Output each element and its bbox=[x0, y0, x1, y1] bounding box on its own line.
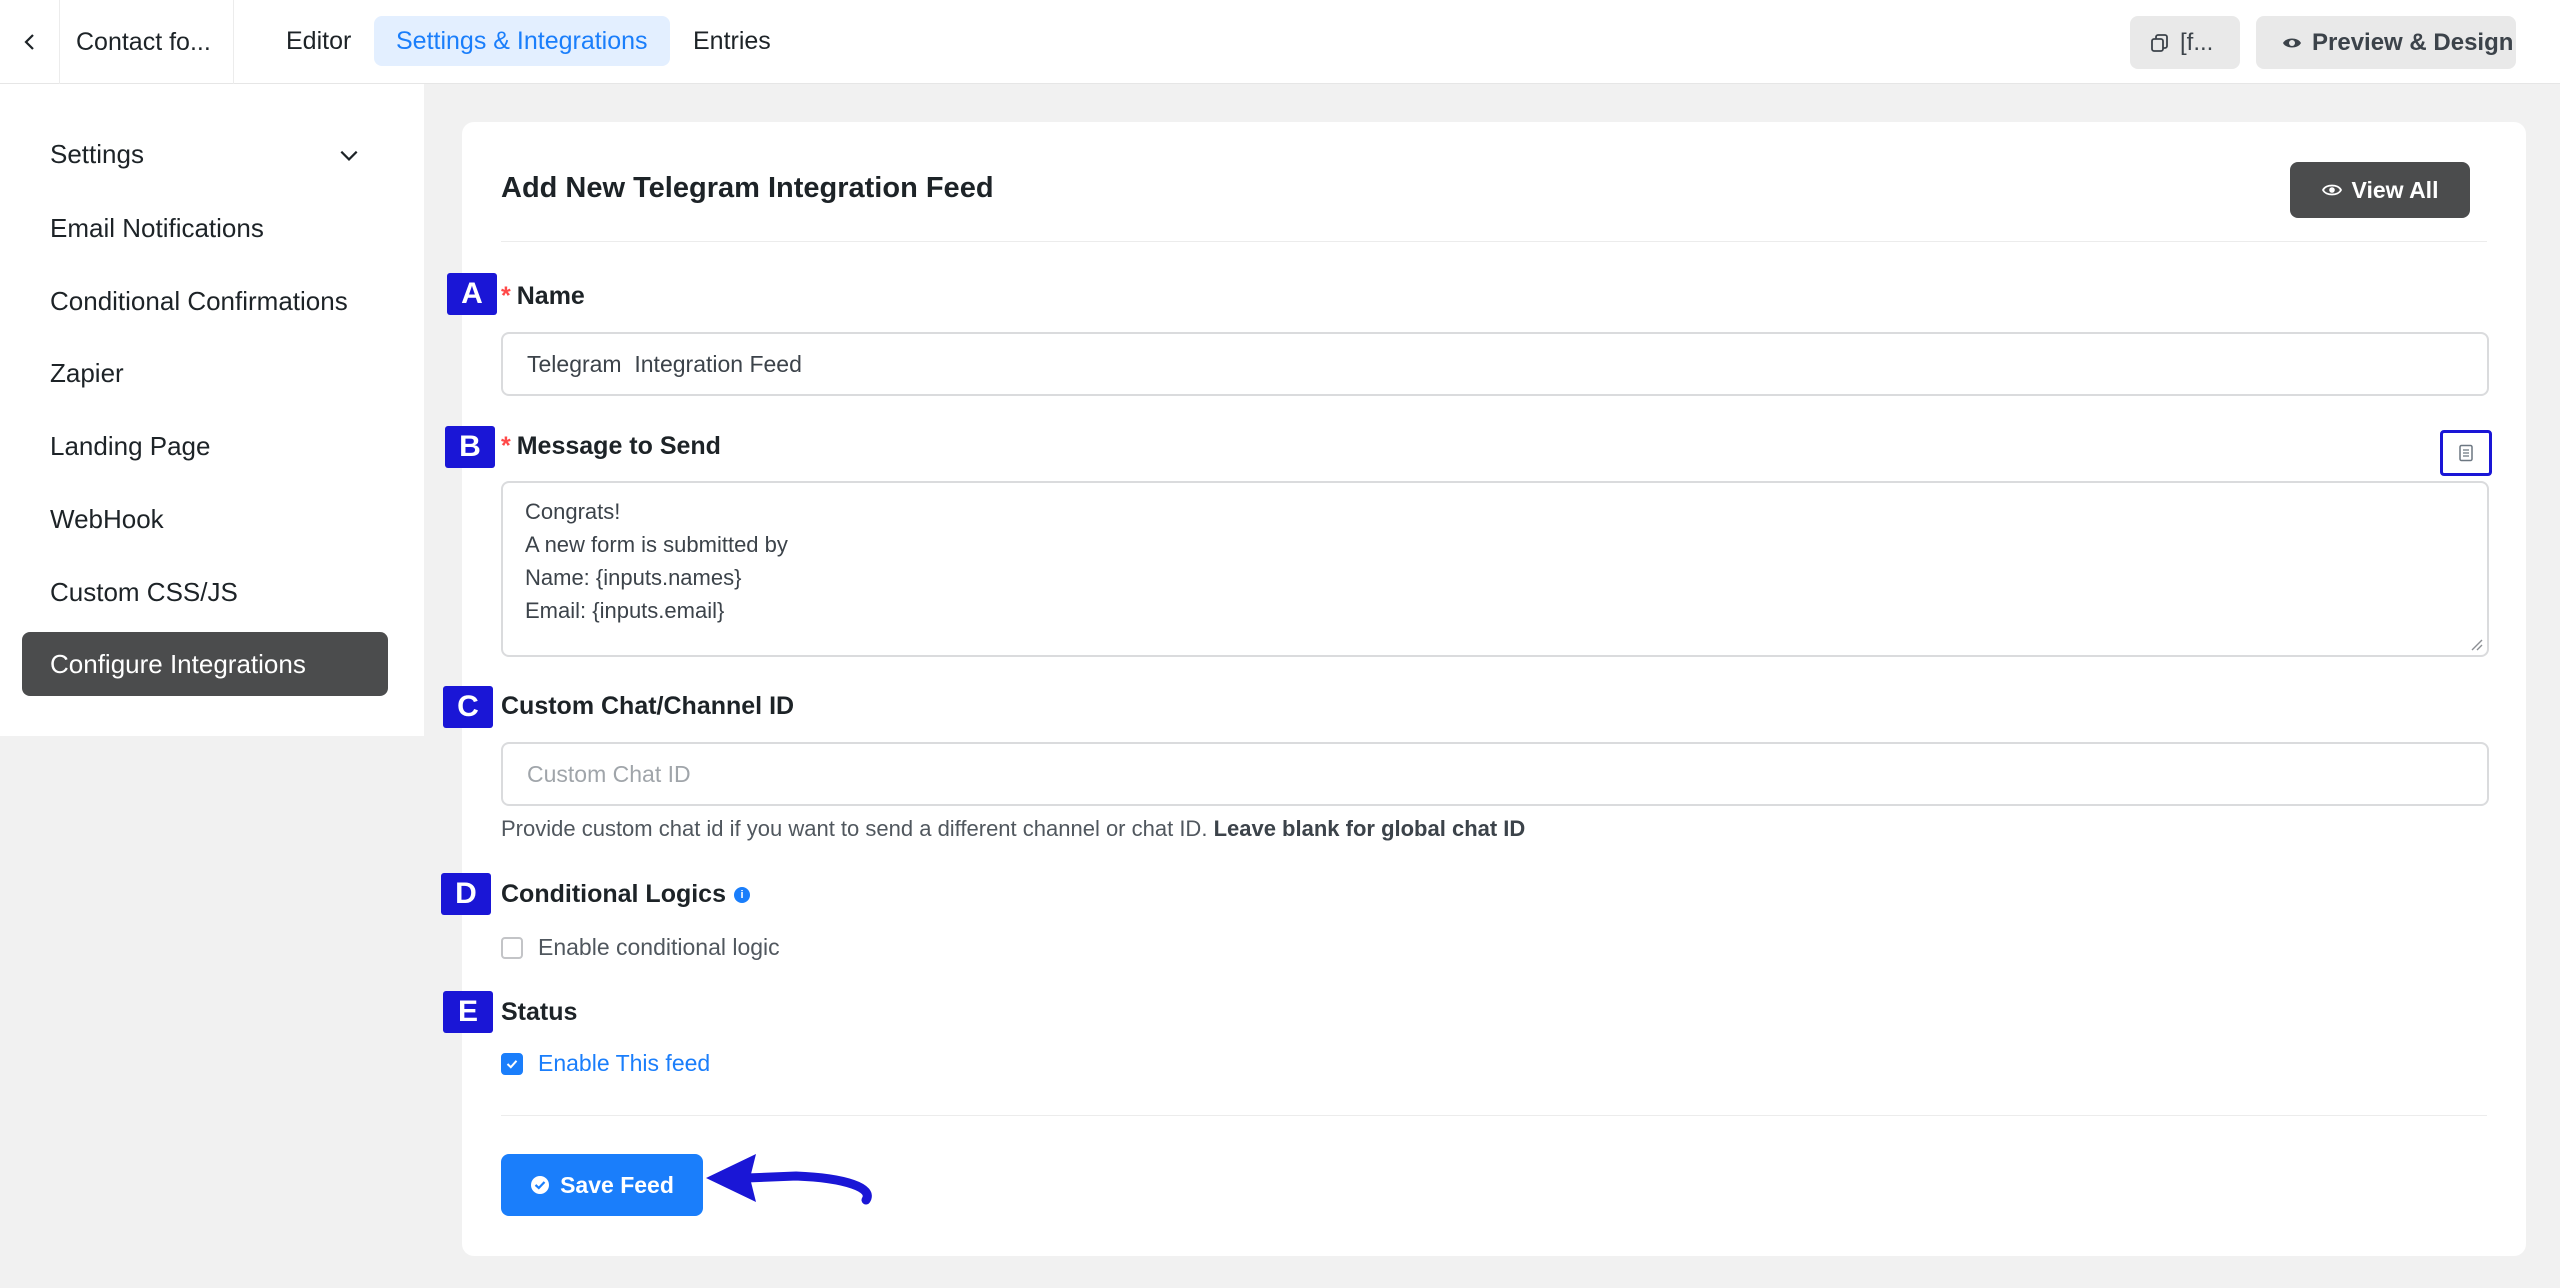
checkmark-icon bbox=[506, 1059, 518, 1069]
shortcode-picker-button[interactable] bbox=[2440, 430, 2492, 476]
tab-settings-integrations[interactable]: Settings & Integrations bbox=[374, 16, 670, 66]
enable-feed-checkbox[interactable] bbox=[501, 1052, 523, 1075]
chevron-left-icon bbox=[23, 34, 34, 50]
conditional-logic-checkbox[interactable] bbox=[501, 936, 523, 959]
sidebar-item-conditional-confirmations[interactable]: Conditional Confirmations bbox=[22, 269, 388, 333]
chat-id-help-text: Provide custom chat id if you want to se… bbox=[501, 816, 1208, 841]
sidebar-item-landing-page[interactable]: Landing Page bbox=[22, 414, 388, 478]
pointer-arrow-icon bbox=[706, 1154, 872, 1205]
chat-id-label: Custom Chat/Channel ID bbox=[501, 692, 795, 720]
chat-id-help-bold: Leave blank for global chat ID bbox=[1213, 816, 1526, 841]
message-textarea[interactable]: Congrats! A new form is submitted by Nam… bbox=[501, 481, 2489, 657]
message-label-text: Message to Send bbox=[516, 432, 721, 460]
integration-feed-card: Add New Telegram Integration Feed View A… bbox=[462, 122, 2526, 1256]
message-line: A new form is submitted by bbox=[525, 532, 788, 557]
annotation-badge-e: E bbox=[443, 991, 493, 1033]
sidebar-item-settings[interactable]: Settings bbox=[22, 122, 388, 186]
divider bbox=[501, 1115, 2487, 1116]
check-circle-icon bbox=[531, 1176, 550, 1194]
name-input[interactable] bbox=[501, 332, 2489, 396]
shortcode-text: [f... bbox=[2180, 28, 2214, 56]
sidebar-item-zapier[interactable]: Zapier bbox=[22, 341, 388, 405]
message-label: * Message to Send bbox=[501, 432, 721, 461]
save-feed-button[interactable]: Save Feed bbox=[501, 1154, 703, 1216]
sidebar-item-email-notifications[interactable]: Email Notifications bbox=[22, 196, 388, 260]
conditional-logic-checkbox-label: Enable conditional logic bbox=[538, 934, 780, 960]
name-label-text: Name bbox=[516, 282, 585, 310]
annotation-badge-c: C bbox=[443, 686, 493, 728]
top-bar: Contact fo... Editor Settings & Integrat… bbox=[0, 0, 2560, 84]
annotation-badge-d: D bbox=[441, 873, 491, 915]
name-label: * Name bbox=[501, 282, 585, 311]
document-icon bbox=[2459, 444, 2473, 462]
eye-icon bbox=[2321, 184, 2342, 196]
preview-design-button[interactable]: Preview & Design bbox=[2256, 16, 2516, 69]
chevron-down-icon bbox=[340, 150, 358, 161]
annotation-badge-b: B bbox=[445, 426, 495, 468]
status-label: Status bbox=[501, 998, 578, 1026]
settings-sidebar: Settings Email Notifications Conditional… bbox=[0, 84, 424, 736]
required-marker: * bbox=[501, 282, 511, 310]
sidebar-item-configure-integrations[interactable]: Configure Integrations bbox=[22, 632, 388, 696]
info-icon[interactable]: i bbox=[734, 887, 750, 904]
chat-id-input[interactable] bbox=[501, 742, 2489, 806]
save-feed-label: Save Feed bbox=[560, 1171, 674, 1198]
form-title[interactable]: Contact fo... bbox=[76, 0, 211, 84]
enable-feed-checkbox-label: Enable This feed bbox=[538, 1050, 711, 1076]
view-all-button[interactable]: View All bbox=[2290, 162, 2470, 218]
message-line: Name: {inputs.names} bbox=[525, 565, 742, 590]
back-button[interactable] bbox=[0, 0, 60, 84]
chat-id-help: Provide custom chat id if you want to se… bbox=[501, 816, 1525, 842]
divider bbox=[501, 241, 2487, 242]
page-title: Add New Telegram Integration Feed bbox=[501, 172, 994, 204]
preview-design-label: Preview & Design bbox=[2312, 28, 2514, 56]
view-all-label: View All bbox=[2351, 176, 2439, 203]
sidebar-item-custom-css-js[interactable]: Custom CSS/JS bbox=[22, 560, 388, 624]
message-line: Email: {inputs.email} bbox=[525, 598, 725, 623]
conditional-logics-label: Conditional Logics i bbox=[501, 880, 750, 909]
tab-editor[interactable]: Editor bbox=[264, 16, 373, 66]
enable-feed-checkbox-row[interactable]: Enable This feed bbox=[501, 1050, 710, 1077]
message-line: Congrats! bbox=[525, 499, 621, 524]
tab-entries[interactable]: Entries bbox=[671, 16, 793, 66]
sidebar-item-label: Settings bbox=[50, 139, 144, 169]
shortcode-button[interactable]: [f... bbox=[2130, 16, 2240, 69]
annotation-badge-a: A bbox=[447, 273, 497, 315]
conditional-logic-checkbox-row[interactable]: Enable conditional logic bbox=[501, 934, 780, 961]
required-marker: * bbox=[501, 432, 511, 460]
divider bbox=[233, 0, 234, 84]
copy-icon bbox=[2151, 33, 2168, 52]
sidebar-item-webhook[interactable]: WebHook bbox=[22, 487, 388, 551]
resize-handle-icon[interactable] bbox=[2469, 637, 2483, 651]
eye-icon bbox=[2283, 38, 2301, 47]
conditional-logics-label-text: Conditional Logics bbox=[501, 880, 726, 908]
